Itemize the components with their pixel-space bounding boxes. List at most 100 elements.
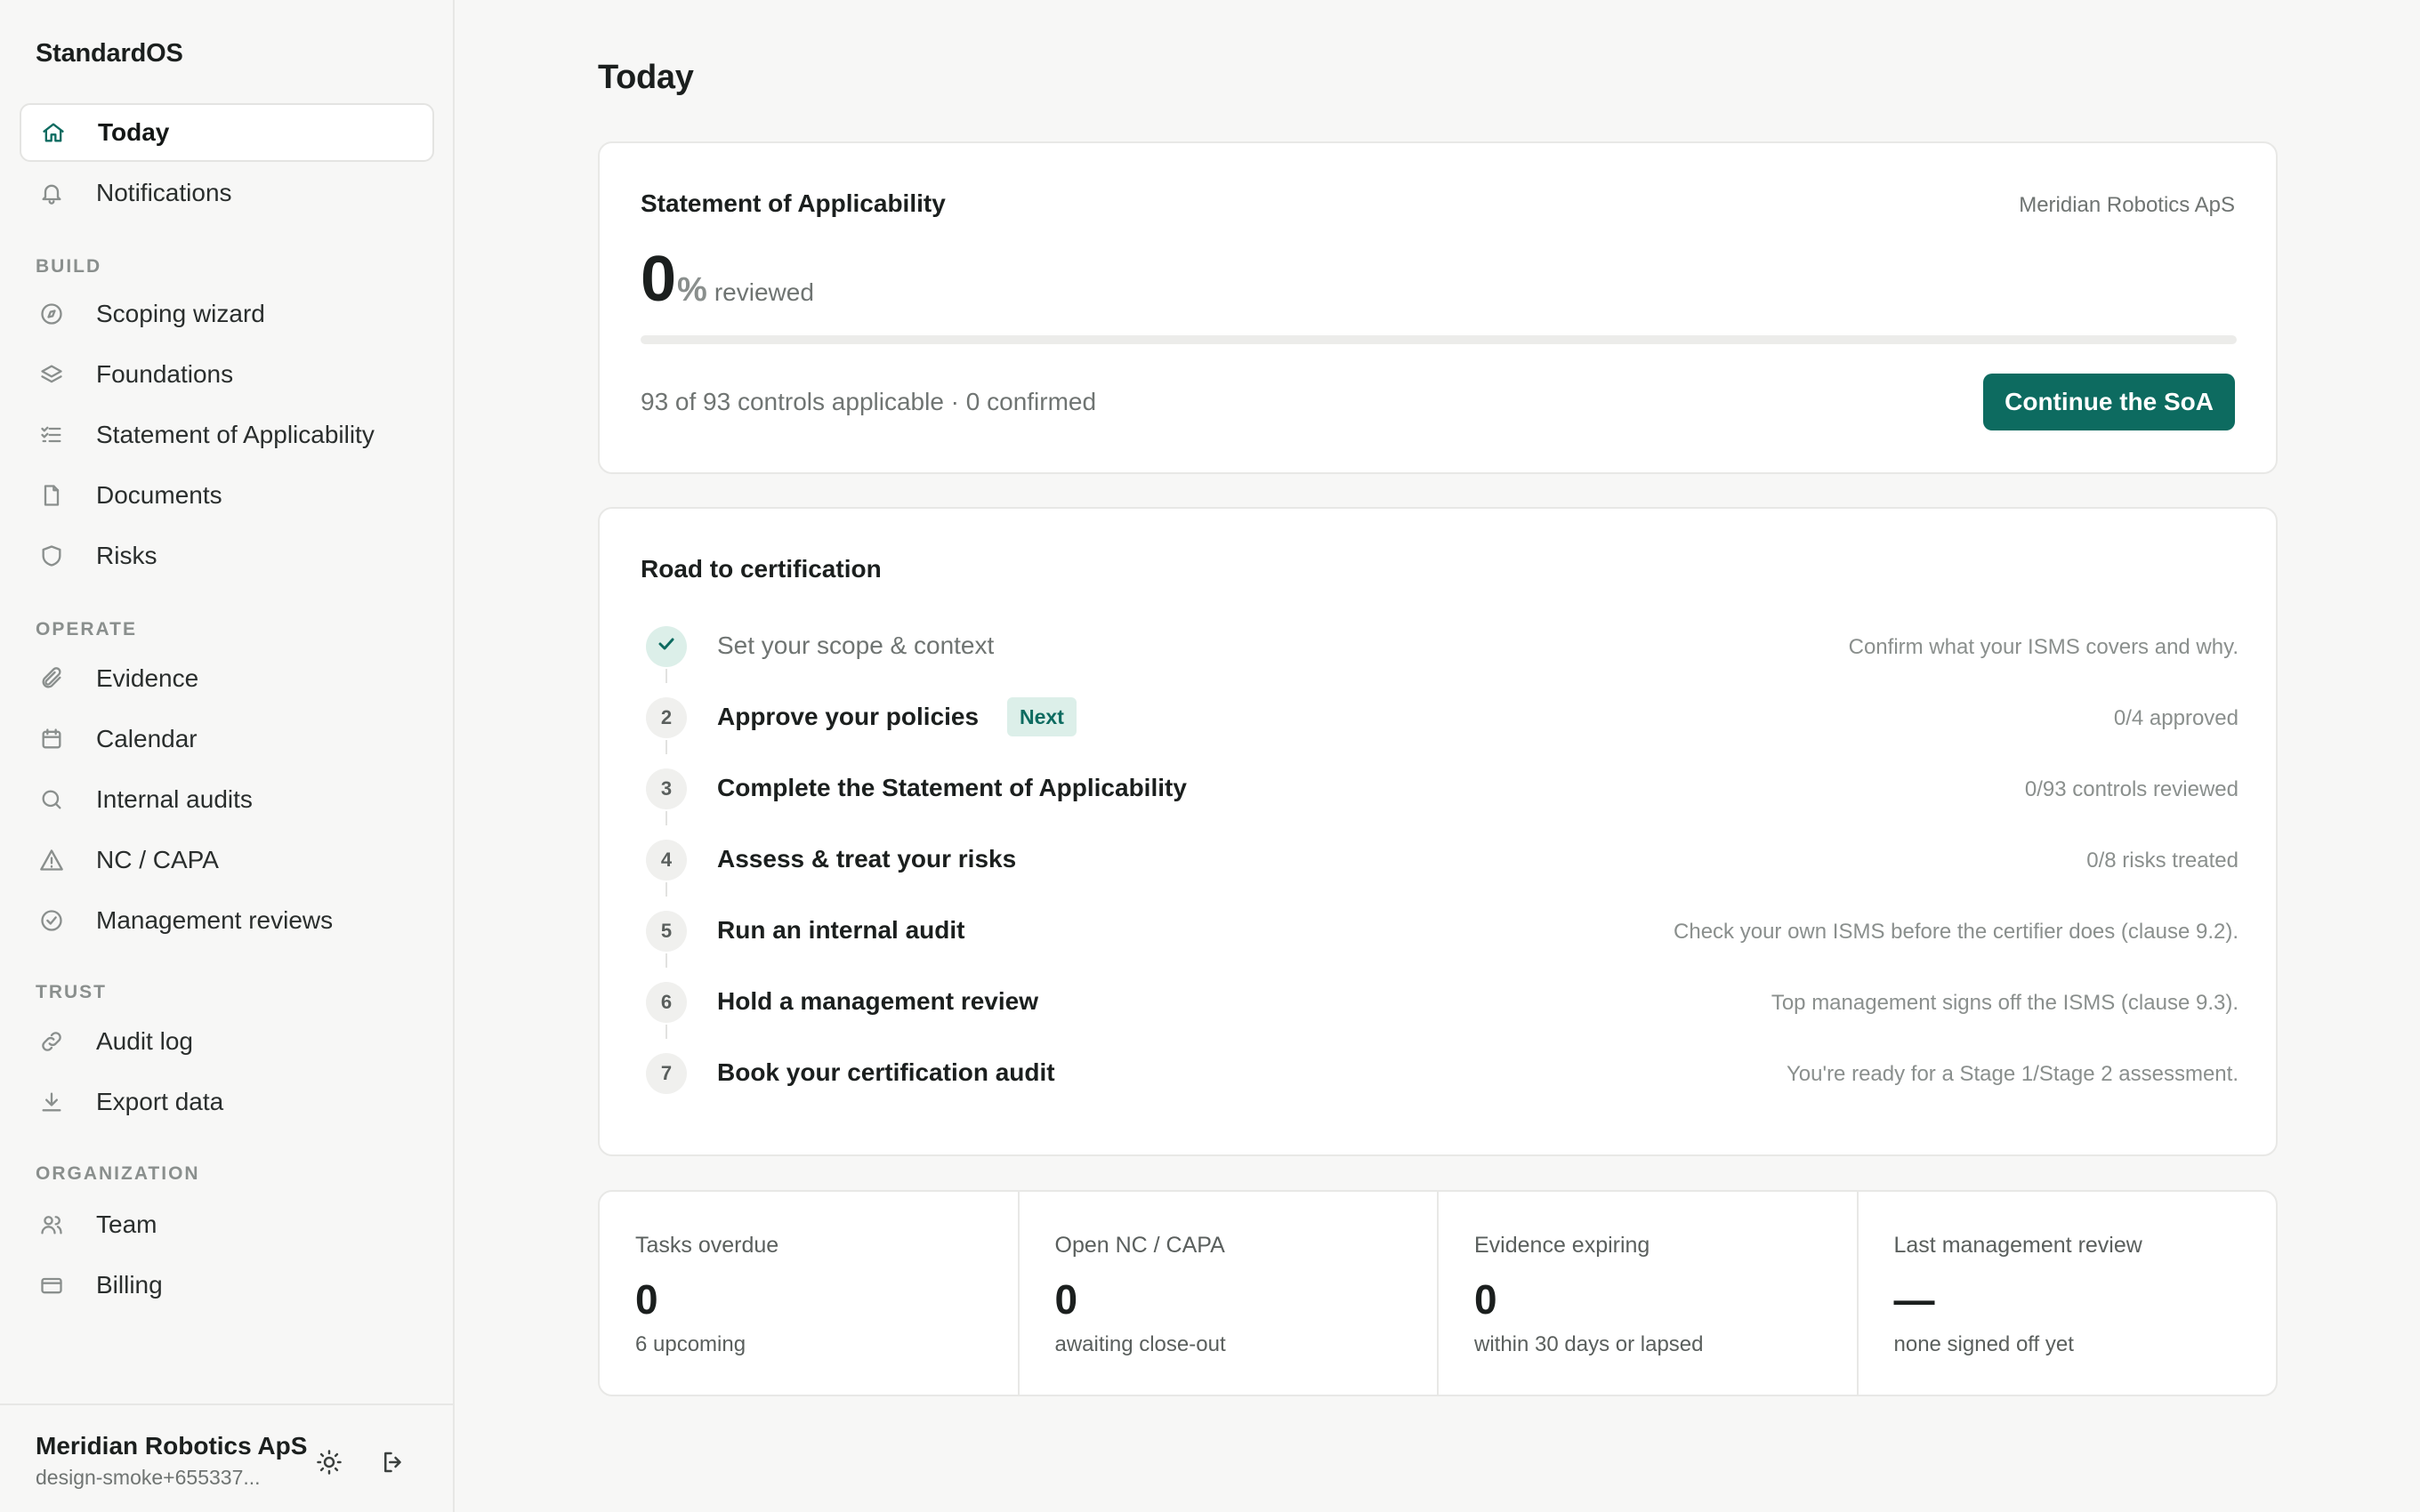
soa-percent-value: 0 [641, 244, 676, 315]
soa-organization: Meridian Robotics ApS [2019, 193, 2235, 217]
step-meta: You're ready for a Stage 1/Stage 2 asses… [1786, 1062, 2238, 1086]
step-number: 6 [646, 982, 687, 1023]
stat-sub: awaiting close-out [1054, 1332, 1226, 1356]
sidebar-item-notifications[interactable]: Notifications [20, 164, 434, 222]
calendar-icon [36, 723, 68, 755]
user-email: design-smoke+655337... [36, 1466, 261, 1489]
section-label-trust: TRUST [36, 982, 107, 1002]
section-label-build: BUILD [36, 256, 102, 277]
road-step[interactable]: 5 Run an internal audit Check your own I… [646, 893, 2238, 968]
sidebar-item-label: Audit log [96, 1027, 193, 1055]
stat-evidence-expiring[interactable]: Evidence expiring 0 within 30 days or la… [1439, 1192, 1859, 1395]
step-label: Book your certification audit [717, 1058, 1055, 1086]
section-label-organization: ORGANIZATION [36, 1163, 200, 1184]
layers-icon [36, 358, 68, 390]
stat-sub: within 30 days or lapsed [1474, 1332, 1704, 1356]
sidebar-item-billing[interactable]: Billing [20, 1256, 434, 1315]
road-step[interactable]: 6 Hold a management review Top managemen… [646, 964, 2238, 1039]
check-circle-icon [36, 905, 68, 937]
sidebar-item-label: Management reviews [96, 906, 334, 934]
step-label: Run an internal audit [717, 916, 965, 944]
logout-button[interactable] [374, 1444, 413, 1484]
stat-label: Tasks overdue [635, 1233, 779, 1258]
road-to-certification-card: Road to certification Set your scope & c… [598, 507, 2278, 1156]
sidebar-item-management-reviews[interactable]: Management reviews [20, 891, 434, 950]
road-step[interactable]: 3 Complete the Statement of Applicabilit… [646, 751, 2238, 825]
sidebar-item-label: NC / CAPA [96, 846, 219, 873]
sidebar-item-label: Today [98, 118, 170, 146]
step-check-circle [646, 626, 687, 667]
road-step[interactable]: 4 Assess & treat your risks 0/8 risks tr… [646, 822, 2238, 897]
sidebar-item-label: Evidence [96, 664, 199, 692]
stat-open-nc-capa[interactable]: Open NC / CAPA 0 awaiting close-out [1020, 1192, 1439, 1395]
step-label: Approve your policies [717, 703, 980, 730]
sidebar-item-nc-capa[interactable]: NC / CAPA [20, 831, 434, 889]
search-icon [36, 784, 68, 816]
step-label: Complete the Statement of Applicability [717, 774, 1187, 801]
stat-tasks-overdue[interactable]: Tasks overdue 0 6 upcoming [600, 1192, 1020, 1395]
bell-icon [36, 177, 68, 209]
road-step[interactable]: 2 Approve your policies Next 0/4 approve… [646, 680, 2238, 754]
sidebar-item-statement-of-applicability[interactable]: Statement of Applicability [20, 406, 434, 464]
next-badge: Next [1007, 697, 1077, 736]
stat-label: Last management review [1893, 1233, 2142, 1258]
step-meta: 0/4 approved [2113, 706, 2238, 730]
stat-last-management-review[interactable]: Last management review — none signed off… [1859, 1192, 2277, 1395]
paperclip-icon [36, 663, 68, 695]
soa-card: Statement of Applicability Meridian Robo… [598, 141, 2278, 474]
sidebar-item-documents[interactable]: Documents [20, 466, 434, 525]
sidebar-item-today[interactable]: Today [20, 103, 434, 162]
credit-card-icon [36, 1269, 68, 1301]
sidebar-item-label: Notifications [96, 179, 232, 206]
sidebar-item-label: Export data [96, 1088, 224, 1115]
soa-progress-bar [641, 335, 2237, 344]
step-number: 7 [646, 1053, 687, 1094]
sidebar-item-audit-log[interactable]: Audit log [20, 1012, 434, 1071]
soa-title: Statement of Applicability [641, 189, 946, 217]
page-title: Today [598, 59, 694, 96]
sidebar-item-calendar[interactable]: Calendar [20, 710, 434, 768]
sidebar: StandardOS Today Notifications BUILD Sco… [0, 0, 455, 1512]
step-number: 3 [646, 768, 687, 809]
theme-toggle-button[interactable] [310, 1444, 349, 1484]
user-block: Meridian Robotics ApS design-smoke+65533… [0, 1403, 453, 1512]
road-step[interactable]: Set your scope & context Confirm what yo… [646, 608, 2238, 683]
sidebar-item-evidence[interactable]: Evidence [20, 649, 434, 708]
logout-icon [380, 1449, 407, 1480]
sidebar-item-internal-audits[interactable]: Internal audits [20, 770, 434, 829]
step-meta: 0/8 risks treated [2086, 848, 2238, 873]
sidebar-item-foundations[interactable]: Foundations [20, 345, 434, 404]
sidebar-item-label: Documents [96, 481, 222, 509]
continue-soa-button[interactable]: Continue the SoA [1983, 374, 2235, 430]
user-name: Meridian Robotics ApS [36, 1432, 308, 1460]
sidebar-item-label: Internal audits [96, 785, 253, 813]
sidebar-item-label: Billing [96, 1271, 163, 1299]
sidebar-item-label: Calendar [96, 725, 198, 752]
shield-icon [36, 540, 68, 572]
step-meta: Check your own ISMS before the certifier… [1674, 920, 2238, 944]
soa-reviewed-label: reviewed [714, 278, 814, 306]
sidebar-item-label: Foundations [96, 360, 234, 388]
soa-percent-reviewed: 0 % reviewed [641, 243, 814, 316]
check-icon [656, 633, 677, 660]
document-icon [36, 479, 68, 511]
road-step[interactable]: 7 Book your certification audit You're r… [646, 1035, 2238, 1106]
stat-label: Evidence expiring [1474, 1233, 1650, 1258]
sidebar-item-risks[interactable]: Risks [20, 527, 434, 585]
stat-value: 0 [1054, 1276, 1078, 1323]
sidebar-item-label: Risks [96, 542, 157, 569]
sun-icon [316, 1449, 343, 1480]
brand-name: StandardOS [36, 39, 183, 68]
stat-sub: none signed off yet [1893, 1332, 2074, 1356]
sidebar-item-scoping-wizard[interactable]: Scoping wizard [20, 285, 434, 343]
step-label: Set your scope & context [717, 631, 995, 659]
users-icon [36, 1209, 68, 1241]
road-title: Road to certification [641, 555, 882, 583]
sidebar-item-team[interactable]: Team [20, 1195, 434, 1254]
link-icon [36, 1025, 68, 1058]
sidebar-item-export-data[interactable]: Export data [20, 1073, 434, 1131]
step-number: 5 [646, 911, 687, 952]
stat-sub: 6 upcoming [635, 1332, 746, 1356]
compass-icon [36, 298, 68, 330]
checklist-icon [36, 419, 68, 451]
